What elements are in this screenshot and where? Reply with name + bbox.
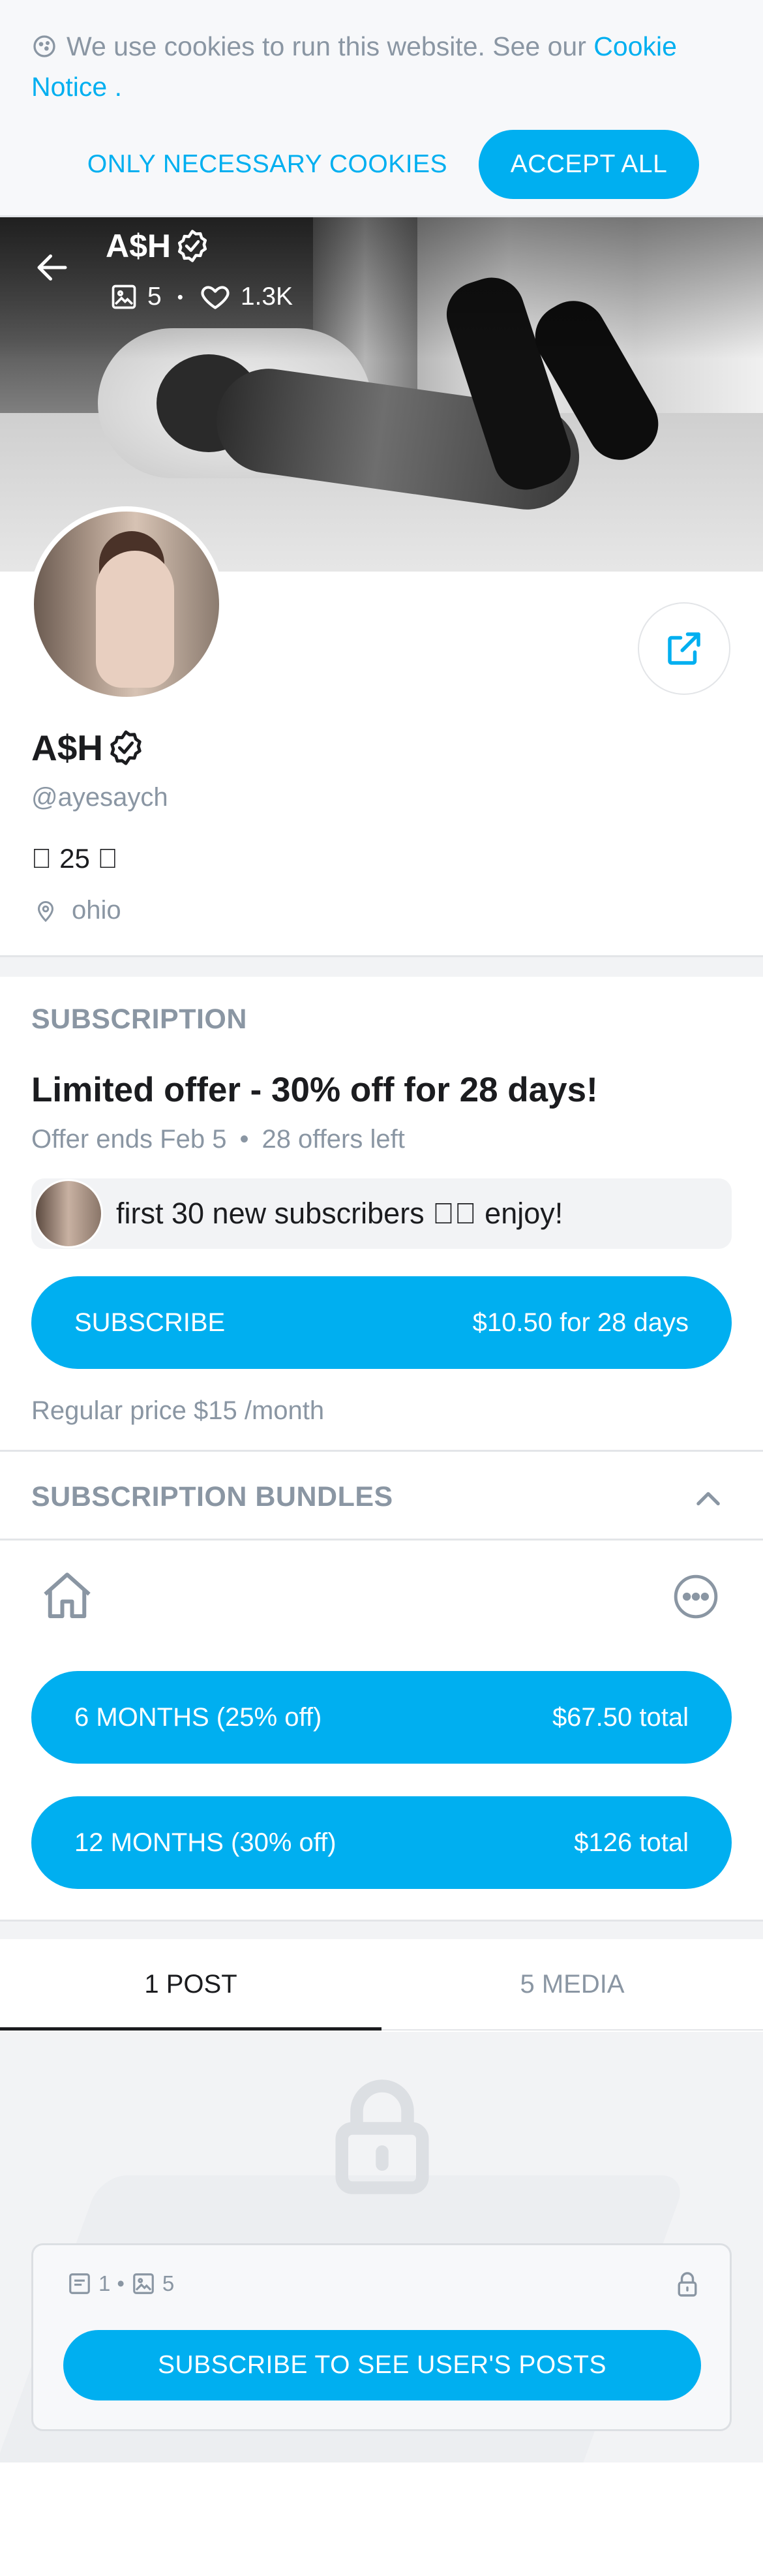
offers-left: 28 offers left	[262, 1125, 405, 1154]
avatar[interactable]	[29, 506, 224, 702]
section-divider	[0, 1539, 763, 1541]
image-icon	[133, 2273, 154, 2294]
locked-dot: •	[117, 2271, 125, 2295]
offer-ends: Offer ends Feb 5	[31, 1125, 227, 1154]
verified-icon	[177, 230, 207, 262]
locked-posts-card: 1 • 5 SUBSCRIBE TO SEE USER'S POSTS	[31, 2243, 732, 2431]
tab-posts[interactable]: 1 POST	[0, 1939, 382, 2031]
accept-all-cookies-button[interactable]: ACCEPT ALL	[479, 130, 699, 199]
promo-text: first 30 new subscribers    enjoy!	[116, 1197, 563, 1230]
section-gap	[0, 957, 763, 977]
offer-title: Limited offer - 30% off for 28 days!	[31, 1071, 598, 1109]
back-arrow-icon[interactable]	[33, 248, 72, 287]
content-tabs: 1 POST 5 MEDIA	[0, 1939, 763, 2031]
bundle-label: 6 MONTHS (25% off)	[74, 1702, 322, 1732]
subscribe-button[interactable]: SUBSCRIBE $10.50 for 28 days	[31, 1276, 732, 1369]
subscribe-label: SUBSCRIBE	[74, 1308, 226, 1337]
locked-stats: 1 • 5	[67, 2271, 174, 2296]
share-button[interactable]	[638, 602, 730, 695]
offer-dot: •	[239, 1125, 249, 1154]
cookie-icon	[33, 35, 55, 57]
cookie-message: We use cookies to run this website. See …	[67, 31, 586, 61]
subscription-title: SUBSCRIPTION	[31, 1004, 247, 1035]
bundle-label: 12 MONTHS (30% off)	[74, 1828, 337, 1857]
header-likes: 1.3K	[240, 283, 293, 311]
promo-message: first 30 new subscribers    enjoy!	[31, 1178, 732, 1249]
header-media-count: 5	[147, 283, 162, 311]
bundle-price: $67.50 total	[552, 1702, 689, 1732]
image-icon	[112, 284, 136, 309]
header-stats: 5 • 1.3K	[110, 281, 293, 313]
promo-avatar	[34, 1179, 103, 1248]
section-gap	[0, 1922, 763, 1939]
section-divider	[0, 1450, 763, 1452]
cookie-banner: We use cookies to run this website. See …	[0, 0, 763, 217]
header-name: A$H	[106, 227, 210, 265]
home-icon[interactable]	[38, 1567, 97, 1626]
avatar-photo	[34, 512, 219, 697]
verified-icon	[110, 730, 142, 765]
cookie-text: We use cookies to run this website. See …	[31, 26, 723, 107]
more-options-icon[interactable]	[672, 1572, 720, 1621]
tab-media[interactable]: 5 MEDIA	[382, 1939, 763, 2029]
only-necessary-cookies-button[interactable]: ONLY NECESSARY COOKIES	[85, 133, 450, 196]
subscribe-price: $10.50 for 28 days	[472, 1308, 689, 1337]
lock-icon	[678, 2272, 697, 2297]
lock-icon	[335, 2079, 429, 2194]
chevron-up-icon[interactable]	[691, 1482, 725, 1516]
avatar-body	[96, 551, 174, 688]
regular-price: Regular price $15 /month	[31, 1396, 325, 1425]
subscribe-to-see-posts-button[interactable]: SUBSCRIBE TO SEE USER'S POSTS	[63, 2330, 701, 2400]
header-dot: •	[177, 286, 183, 307]
cookie-link-suffix: .	[107, 72, 123, 102]
profile-bio:   25  	[31, 843, 119, 874]
bundle-6-months-button[interactable]: 6 MONTHS (25% off) $67.50 total	[31, 1671, 732, 1764]
bundles-title[interactable]: SUBSCRIPTION BUNDLES	[31, 1481, 393, 1513]
locked-posts-count: 1	[98, 2271, 111, 2295]
profile-location: ohio	[34, 896, 121, 925]
locked-media-count: 5	[162, 2271, 175, 2295]
profile-name-text: A$H	[31, 728, 104, 768]
bundle-price: $126 total	[574, 1828, 689, 1857]
profile-location-text: ohio	[72, 896, 121, 925]
offer-meta: Offer ends Feb 5 • 28 offers left	[31, 1125, 405, 1154]
header-name-text: A$H	[106, 228, 172, 264]
profile-name: A$H	[31, 727, 145, 769]
bundle-12-months-button[interactable]: 12 MONTHS (30% off) $126 total	[31, 1796, 732, 1889]
profile-handle: @ayesaych	[31, 783, 168, 812]
share-icon	[668, 632, 700, 665]
location-pin-icon	[37, 900, 54, 922]
post-icon	[69, 2273, 90, 2294]
heart-icon	[201, 286, 230, 309]
